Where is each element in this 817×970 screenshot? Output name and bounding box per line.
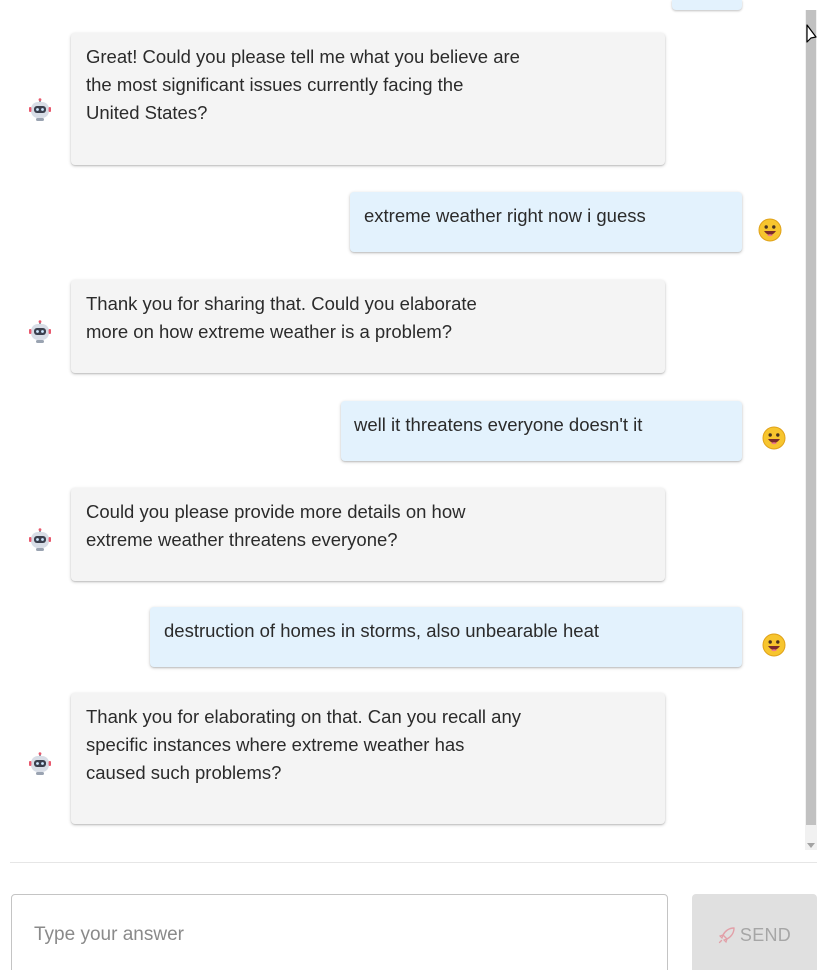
rocket-icon — [718, 926, 736, 944]
chat-scrollbar[interactable] — [805, 10, 817, 850]
bot-message: Thank you for elaborating on that. Can y… — [71, 693, 665, 824]
smiley-face-icon — [762, 633, 786, 657]
robot-icon — [28, 98, 52, 122]
bot-message: Great! Could you please tell me what you… — [71, 33, 665, 165]
user-message: destruction of homes in storms, also unb… — [150, 607, 742, 667]
previous-user-message-partial — [672, 0, 742, 10]
send-button[interactable]: SEND — [692, 894, 817, 970]
chat-app: Great! Could you please tell me what you… — [0, 0, 817, 970]
send-button-label: SEND — [739, 924, 792, 945]
composer-divider — [10, 862, 817, 863]
answer-input[interactable] — [11, 894, 668, 970]
mouse-pointer-icon — [806, 24, 817, 46]
user-message: well it threatens everyone doesn't it — [341, 401, 742, 461]
smiley-face-icon — [762, 426, 786, 450]
robot-icon — [28, 752, 52, 776]
user-message: extreme weather right now i guess — [350, 192, 742, 252]
scrollbar-thumb[interactable] — [806, 10, 816, 825]
robot-icon — [28, 528, 52, 552]
bot-message: Could you please provide more details on… — [71, 488, 665, 581]
chat-history[interactable]: Great! Could you please tell me what you… — [0, 0, 805, 850]
robot-icon — [28, 320, 52, 344]
bot-message: Thank you for sharing that. Could you el… — [71, 280, 665, 373]
smiley-face-icon — [758, 218, 782, 242]
scroll-down-arrow-icon[interactable] — [807, 843, 815, 848]
